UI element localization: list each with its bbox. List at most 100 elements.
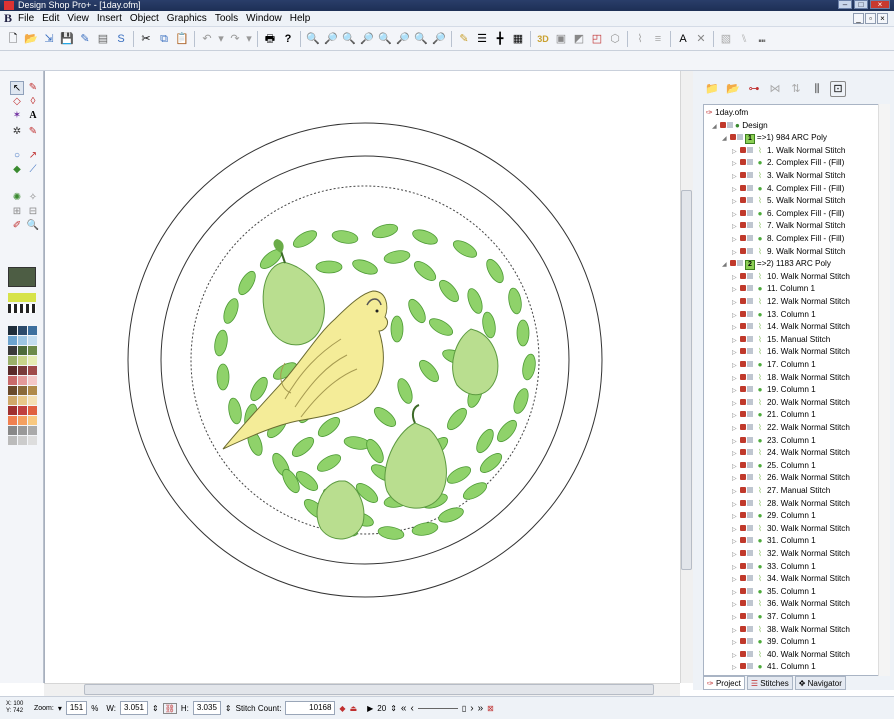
tree-item[interactable]: ▷ ⌇ 40. Walk Normal Stitch xyxy=(732,649,850,662)
hoop-icon[interactable]: ◰ xyxy=(589,31,605,47)
delete-icon[interactable]: ✕ xyxy=(693,31,709,47)
tree-item[interactable]: ▷ ⌇ 22. Walk Normal Stitch xyxy=(732,422,850,435)
tree-item[interactable]: ▷ ● 31. Column 1 xyxy=(732,535,816,548)
tree-item[interactable]: ▷ ● 41. Column 1 xyxy=(732,661,816,674)
line-tool-icon[interactable]: ↗ xyxy=(26,149,40,163)
palette-swatch[interactable] xyxy=(28,416,37,425)
tree-item[interactable]: ▷ ● 11. Column 1 xyxy=(732,283,815,296)
palette-swatch[interactable] xyxy=(8,406,17,415)
palette-swatch[interactable] xyxy=(18,426,27,435)
tree-item[interactable]: ▷ ⌇ 32. Walk Normal Stitch xyxy=(732,548,850,561)
pattern-slot-bar[interactable] xyxy=(8,304,36,313)
zoom-field[interactable]: 151 xyxy=(65,701,88,715)
tree-item[interactable]: ▷ ⌇ 7. Walk Normal Stitch xyxy=(732,220,845,233)
ungroup-tool-icon[interactable]: ⊟ xyxy=(26,205,40,219)
tree-item[interactable]: ▷ ● 8. Complex Fill - (Fill) xyxy=(732,233,844,246)
end-icon[interactable]: ⊠ xyxy=(487,704,494,713)
palette-swatch[interactable] xyxy=(8,356,17,365)
tree-group[interactable]: ◢ 1 =>1) 984 ARC Poly xyxy=(722,132,827,145)
palette-swatch[interactable] xyxy=(28,406,37,415)
tree-item[interactable]: ▷ ⌇ 26. Walk Normal Stitch xyxy=(732,472,850,485)
lock-ratio-icon[interactable]: ⛓ xyxy=(162,702,177,714)
rewind-icon[interactable]: « xyxy=(401,703,407,714)
speed-spinner[interactable]: ⇕ xyxy=(390,704,397,713)
sequence-icon[interactable]: ≡ xyxy=(650,31,666,47)
palette-swatch[interactable] xyxy=(8,436,17,445)
tree-item[interactable]: ▷ ⌇ 38. Walk Normal Stitch xyxy=(732,624,850,637)
tree-item[interactable]: ▷ ● 4. Complex Fill - (Fill) xyxy=(732,183,844,196)
zoom-in-icon[interactable]: 🔍 xyxy=(305,31,321,47)
tree-item[interactable]: ▷ ⌇ 30. Walk Normal Stitch xyxy=(732,523,850,536)
palette-swatch[interactable] xyxy=(18,326,27,335)
eraser-icon[interactable]: ◊ xyxy=(26,95,40,109)
palette-swatch[interactable] xyxy=(8,346,17,355)
mdi-restore-button[interactable]: ▫ xyxy=(865,13,876,24)
arrow-select-icon[interactable]: ↖ xyxy=(10,81,24,95)
tree-item[interactable]: ▷ ⌇ 27. Manual Stitch xyxy=(732,485,830,498)
palette-swatch[interactable] xyxy=(18,386,27,395)
menu-window[interactable]: Window xyxy=(242,11,286,27)
curve-tool-icon[interactable]: ⟋ xyxy=(26,163,40,177)
fill-tool-icon[interactable]: ✺ xyxy=(10,191,24,205)
motif-tool-icon[interactable]: ✧ xyxy=(26,191,40,205)
palette-swatch[interactable] xyxy=(18,406,27,415)
tree-sort-icon[interactable]: ⇅ xyxy=(788,81,804,97)
menu-object[interactable]: Object xyxy=(126,11,163,27)
zoom-previous-icon[interactable]: 🔍 xyxy=(341,31,357,47)
circle-tool-icon[interactable]: ○ xyxy=(10,149,24,163)
maximize-button[interactable]: □ xyxy=(854,0,868,9)
tree-item[interactable]: ▷ ⌇ 36. Walk Normal Stitch xyxy=(732,598,850,611)
palette-swatch[interactable] xyxy=(18,346,27,355)
undo-icon[interactable]: ↶ xyxy=(199,31,215,47)
document-icon[interactable]: B xyxy=(4,11,12,26)
back-icon[interactable]: ‹ xyxy=(410,703,413,714)
tree-item[interactable]: ▷ ⌇ 15. Manual Stitch xyxy=(732,334,830,347)
trace-icon[interactable]: ⌇ xyxy=(632,31,648,47)
tree-filter-icon[interactable]: ⋈ xyxy=(767,81,783,97)
tab-stitches[interactable]: ☰ Stitches xyxy=(746,676,793,690)
palette-swatch[interactable] xyxy=(28,356,37,365)
tree-item[interactable]: ▷ ● 2. Complex Fill - (Fill) xyxy=(732,157,844,170)
image-icon[interactable]: ▣ xyxy=(553,31,569,47)
tree-item[interactable]: ▷ ⌇ 1. Walk Normal Stitch xyxy=(732,145,845,158)
palette-swatch[interactable] xyxy=(18,396,27,405)
tree-item[interactable]: ▷ ⌇ 24. Walk Normal Stitch xyxy=(732,447,850,460)
import-icon[interactable]: ⇲ xyxy=(41,31,57,47)
folder-icon[interactable]: 📂 xyxy=(725,81,741,97)
tree-item[interactable]: ▷ ● 17. Column 1 xyxy=(732,359,816,372)
zoom-fit-icon[interactable]: 🔍 xyxy=(377,31,393,47)
palette-swatch[interactable] xyxy=(28,436,37,445)
menu-tools[interactable]: Tools xyxy=(211,11,242,27)
save-as-icon[interactable]: ✎ xyxy=(77,31,93,47)
tree-item[interactable]: ▷ ● 39. Column 1 xyxy=(732,636,816,649)
palette-swatch[interactable] xyxy=(28,396,37,405)
stitch-play-icon[interactable]: ◆ xyxy=(339,704,345,713)
tree-item[interactable]: ▷ ⌇ 34. Walk Normal Stitch xyxy=(732,573,850,586)
color-slot-bar[interactable] xyxy=(8,293,36,302)
zoom-all-icon[interactable]: 🔎 xyxy=(431,31,447,47)
zoom-window-icon[interactable]: 🔎 xyxy=(359,31,375,47)
folder-open-icon[interactable]: 📁 xyxy=(704,81,720,97)
design-canvas[interactable] xyxy=(44,71,680,683)
tab-project[interactable]: ✑ Project xyxy=(703,676,745,690)
palette-swatch[interactable] xyxy=(8,366,17,375)
tree-item[interactable]: ▷ ⌇ 28. Walk Normal Stitch xyxy=(732,498,850,511)
zoom-tool-icon[interactable]: 🔍 xyxy=(26,219,40,233)
zoom-1to1-icon[interactable]: 🔎 xyxy=(395,31,411,47)
zoom-hoop-icon[interactable]: 🔍 xyxy=(413,31,429,47)
tree-columns-icon[interactable]: ⫼ xyxy=(809,81,825,97)
table-icon[interactable]: ▦ xyxy=(510,31,526,47)
redraw-icon[interactable]: S xyxy=(113,31,129,47)
palette-swatch[interactable] xyxy=(8,336,17,345)
tree-item[interactable]: ▷ ● 35. Column 1 xyxy=(732,586,816,599)
tab-navigator[interactable]: ✥ Navigator xyxy=(794,676,846,690)
group-tool-icon[interactable]: ⊞ xyxy=(10,205,24,219)
width-field[interactable]: 3.051 xyxy=(119,701,149,715)
tree-group[interactable]: ◢ 2 =>2) 1183 ARC Poly xyxy=(722,258,831,271)
palette-swatch[interactable] xyxy=(18,366,27,375)
canvas-horizontal-scroll-thumb[interactable] xyxy=(84,684,654,695)
tree-item[interactable]: ▷ ● 19. Column 1 xyxy=(732,384,816,397)
fast-forward-icon[interactable]: » xyxy=(478,703,484,714)
color-picker-icon[interactable]: ✐ xyxy=(10,219,24,233)
palette-swatch[interactable] xyxy=(8,426,17,435)
